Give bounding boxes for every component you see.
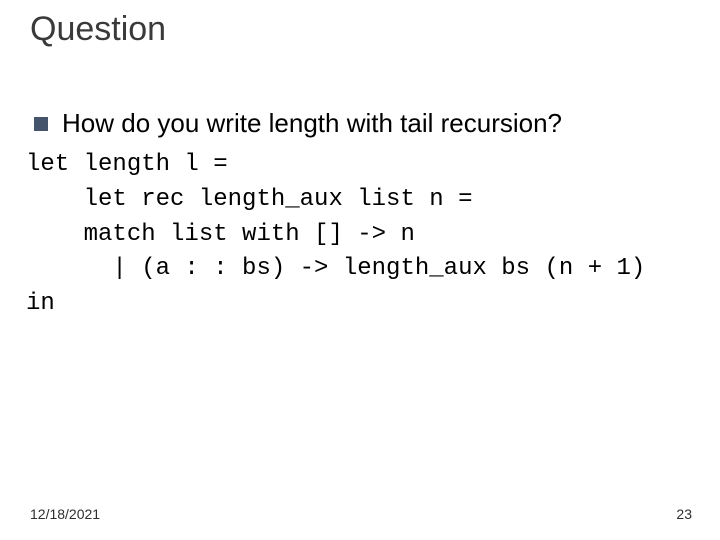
square-bullet-icon xyxy=(34,117,48,131)
slide-title: Question xyxy=(30,10,166,49)
bullet-row: How do you write length with tail recurs… xyxy=(34,108,690,139)
question-text: How do you write length with tail recurs… xyxy=(62,108,562,139)
code-block: let length l = let rec length_aux list n… xyxy=(26,148,645,322)
footer-page-number: 23 xyxy=(676,506,692,522)
footer-date: 12/18/2021 xyxy=(30,506,100,522)
